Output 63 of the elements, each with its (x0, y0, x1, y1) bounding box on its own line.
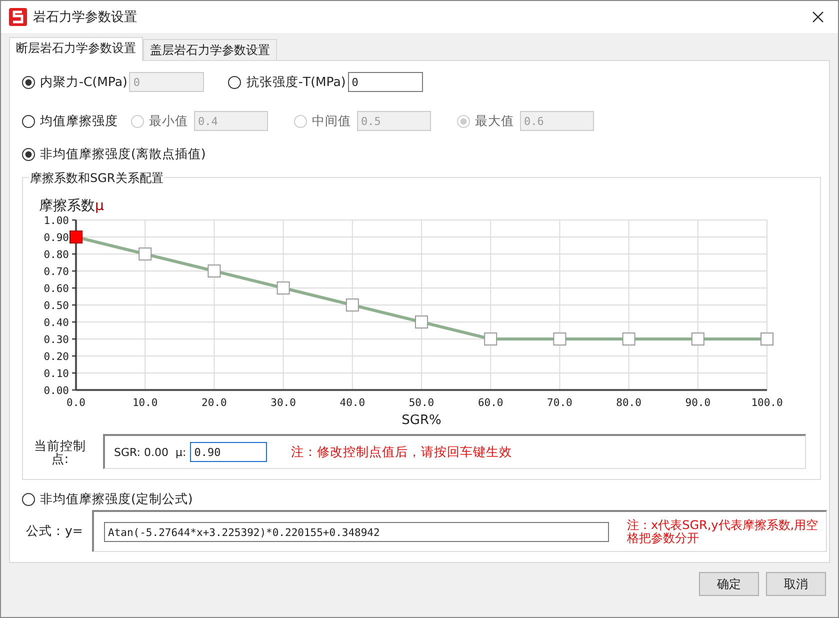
x-tick-label: 30.0 (270, 397, 296, 409)
y-tick-label: 0.70 (44, 266, 69, 278)
formula-label: 公式：y= (25, 522, 84, 540)
y-tick-label: 0.40 (44, 317, 69, 329)
tab[interactable]: 断层岩石力学参数设置 (9, 37, 143, 61)
x-tick-label: 90.0 (685, 397, 711, 409)
radio-button[interactable] (22, 148, 35, 160)
radio-button[interactable] (22, 492, 35, 506)
sgr-readout: SGR: 0.00 μ: (114, 446, 186, 458)
y-tick-label: 0.30 (44, 334, 69, 346)
hint-text: 注：修改控制点值后，请按回车键生效 (291, 444, 512, 460)
y-tick-label: 0.80 (44, 249, 69, 261)
option-label: 非均值摩擦强度(离散点插值) (40, 146, 206, 162)
control-point-label: 当前控制点: (33, 438, 87, 464)
x-axis-title: SGR% (402, 413, 442, 428)
y-tick-label: 0.50 (44, 300, 69, 312)
option-label: 非均值摩擦强度(定制公式) (40, 490, 193, 508)
y-tick-label: 0.00 (44, 385, 69, 397)
control-point[interactable] (622, 332, 636, 346)
x-tick-label: 0.0 (66, 397, 86, 409)
y-axis-title: 摩擦系数μ (39, 198, 104, 214)
control-point[interactable] (346, 298, 359, 312)
input-field[interactable]: Atan(-5.27644*x+3.225392)*0.220155+0.348942 (104, 522, 609, 542)
x-tick-label: 40.0 (340, 397, 366, 409)
y-tick-label: 0.90 (44, 232, 69, 244)
x-tick-label: 20.0 (202, 397, 227, 409)
x-tick-label: 100.0 (751, 397, 783, 409)
control-point[interactable] (691, 332, 704, 346)
y-tick-label: 0.60 (44, 283, 69, 295)
option-label: 内聚力-C(MPa) (40, 74, 128, 90)
app-logo-icon (9, 8, 27, 26)
dialog-button[interactable]: 取消 (766, 572, 826, 596)
option-label: 抗张强度-T(MPa) (246, 74, 346, 90)
radio-button[interactable] (228, 76, 242, 88)
option-label: 最小值 (149, 112, 188, 130)
y-tick-label: 0.20 (44, 351, 69, 363)
input-field[interactable]: 0 (348, 72, 423, 92)
dialog-button[interactable]: 确定 (699, 572, 759, 596)
tab[interactable]: 盖层岩石力学参数设置 (143, 39, 277, 60)
option-label: 均值摩擦强度 (40, 112, 118, 130)
input-field[interactable]: 0.90 (190, 442, 268, 462)
x-tick-label: 80.0 (616, 397, 642, 409)
control-point[interactable] (484, 332, 498, 346)
control-point[interactable] (276, 282, 290, 294)
x-tick-label: 70.0 (547, 397, 572, 409)
x-tick-label: 10.0 (132, 397, 158, 409)
option-label: 最大值 (475, 112, 514, 130)
control-point[interactable] (70, 230, 82, 244)
control-point[interactable] (415, 316, 428, 328)
x-tick-label: 60.0 (478, 397, 504, 409)
y-tick-label: 0.10 (44, 368, 69, 380)
option-label: 中间值 (312, 112, 351, 130)
close-icon[interactable] (812, 11, 824, 23)
window-title: 岩石力学参数设置 (33, 9, 138, 26)
group-title: 摩擦系数和SGR关系配置 (29, 170, 164, 187)
radio-button[interactable] (22, 114, 35, 128)
control-point[interactable] (760, 332, 774, 346)
hint-text: 注：x代表SGR,y代表摩擦系数,用空格把参数分开 (627, 518, 820, 544)
x-tick-label: 50.0 (408, 397, 434, 409)
control-point[interactable] (208, 264, 221, 278)
control-point[interactable] (553, 332, 566, 346)
control-point[interactable] (138, 248, 152, 260)
y-tick-label: 1.00 (44, 215, 69, 227)
